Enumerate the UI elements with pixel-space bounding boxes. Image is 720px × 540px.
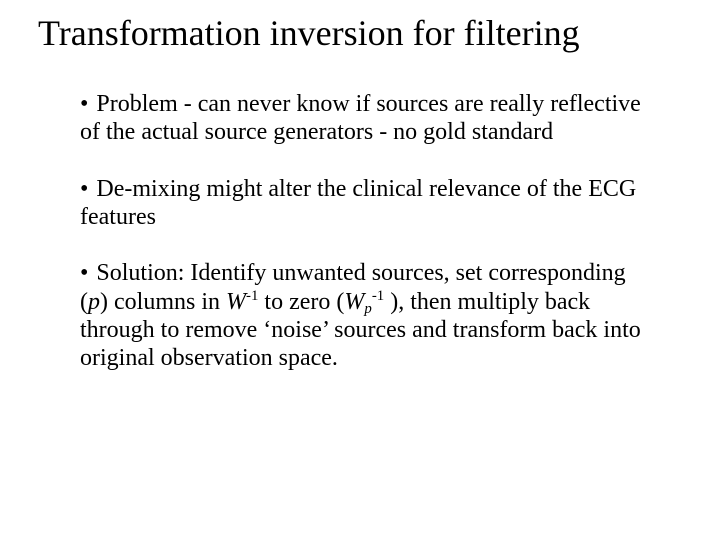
- slide-body: • Problem - can never know if sources ar…: [80, 90, 645, 401]
- bullet-3-text-b: ) columns in: [100, 289, 226, 315]
- bullet-icon: •: [80, 176, 88, 202]
- superscript-inv: -1: [246, 288, 258, 304]
- var-p: p: [88, 289, 100, 315]
- subscript-p: p: [364, 301, 371, 317]
- slide: Transformation inversion for filtering •…: [0, 0, 720, 540]
- bullet-2: • De-mixing might alter the clinical rel…: [80, 175, 645, 232]
- bullet-2-text: De-mixing might alter the clinical relev…: [80, 176, 636, 230]
- bullet-icon: •: [80, 260, 88, 286]
- bullet-icon: •: [80, 91, 88, 117]
- bullet-3: • Solution: Identify unwanted sources, s…: [80, 259, 645, 372]
- bullet-3-text-c: to zero (: [258, 289, 344, 315]
- superscript-inv: -1: [372, 288, 384, 304]
- var-w: W: [226, 289, 246, 315]
- var-w: W: [344, 289, 364, 315]
- slide-title: Transformation inversion for filtering: [38, 14, 580, 54]
- bullet-1: • Problem - can never know if sources ar…: [80, 90, 645, 147]
- bullet-1-text: Problem - can never know if sources are …: [80, 91, 641, 145]
